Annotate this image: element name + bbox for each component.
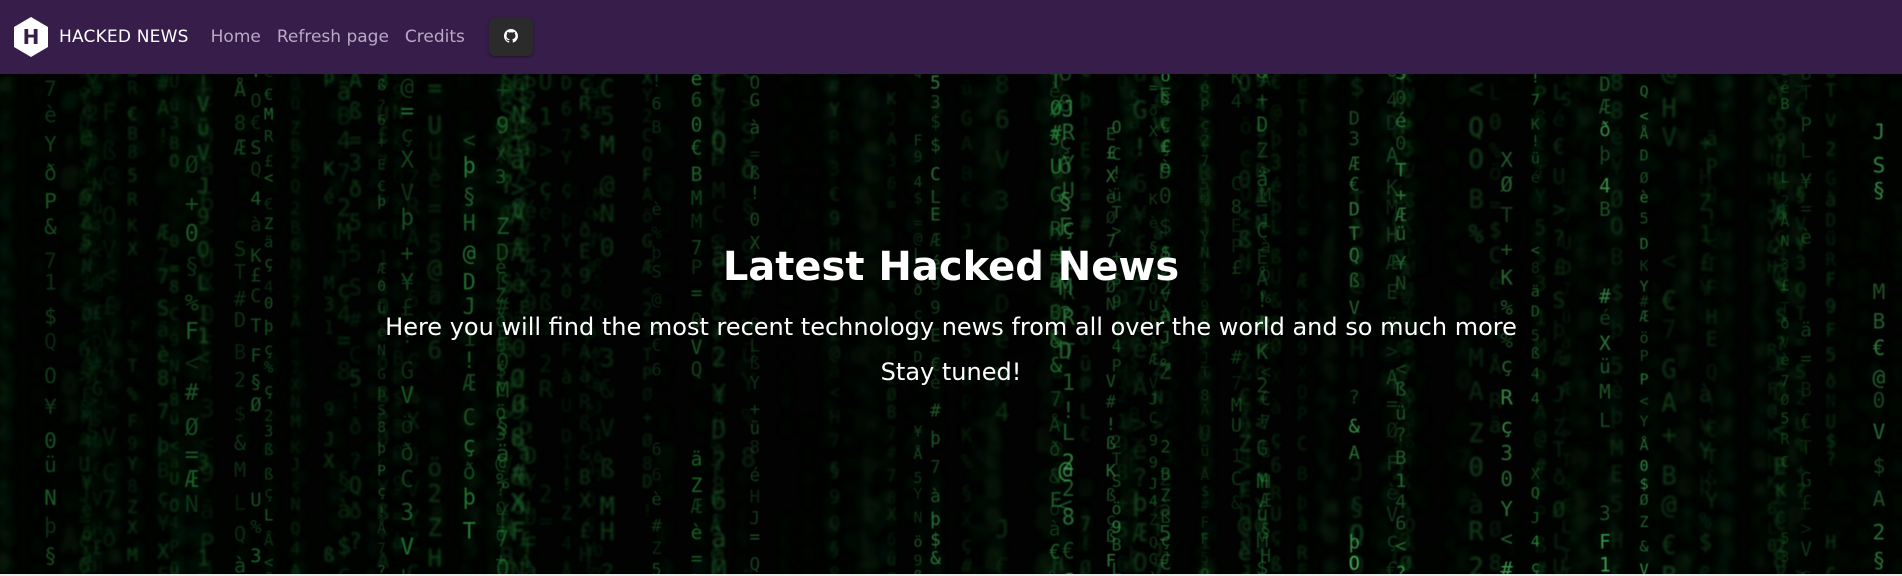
nav-links: Home Refresh page Credits bbox=[211, 27, 481, 47]
brand-logo-icon: H bbox=[12, 16, 50, 58]
nav-link-credits[interactable]: Credits bbox=[405, 27, 465, 47]
hero-title: Latest Hacked News bbox=[0, 244, 1902, 290]
hero-content: Latest Hacked News Here you will find th… bbox=[0, 74, 1902, 574]
hero-subtitle: Here you will find the most recent techn… bbox=[0, 313, 1902, 341]
github-icon bbox=[503, 28, 518, 47]
brand-link[interactable]: H HACKED NEWS bbox=[12, 16, 189, 58]
top-navbar: H HACKED NEWS Home Refresh page Credits bbox=[0, 0, 1902, 74]
github-button[interactable] bbox=[488, 18, 533, 56]
hero-banner: V>Z>H=ZK¥D2Y7Y#>Q0àEJþðQPPßMRD6JäÅääÆN=+… bbox=[0, 74, 1902, 574]
brand-name: HACKED NEWS bbox=[59, 27, 189, 47]
nav-link-refresh[interactable]: Refresh page bbox=[277, 27, 389, 47]
hero-tagline: Stay tuned! bbox=[0, 358, 1902, 386]
brand-logo-letter: H bbox=[23, 25, 40, 49]
nav-link-home[interactable]: Home bbox=[211, 27, 261, 47]
